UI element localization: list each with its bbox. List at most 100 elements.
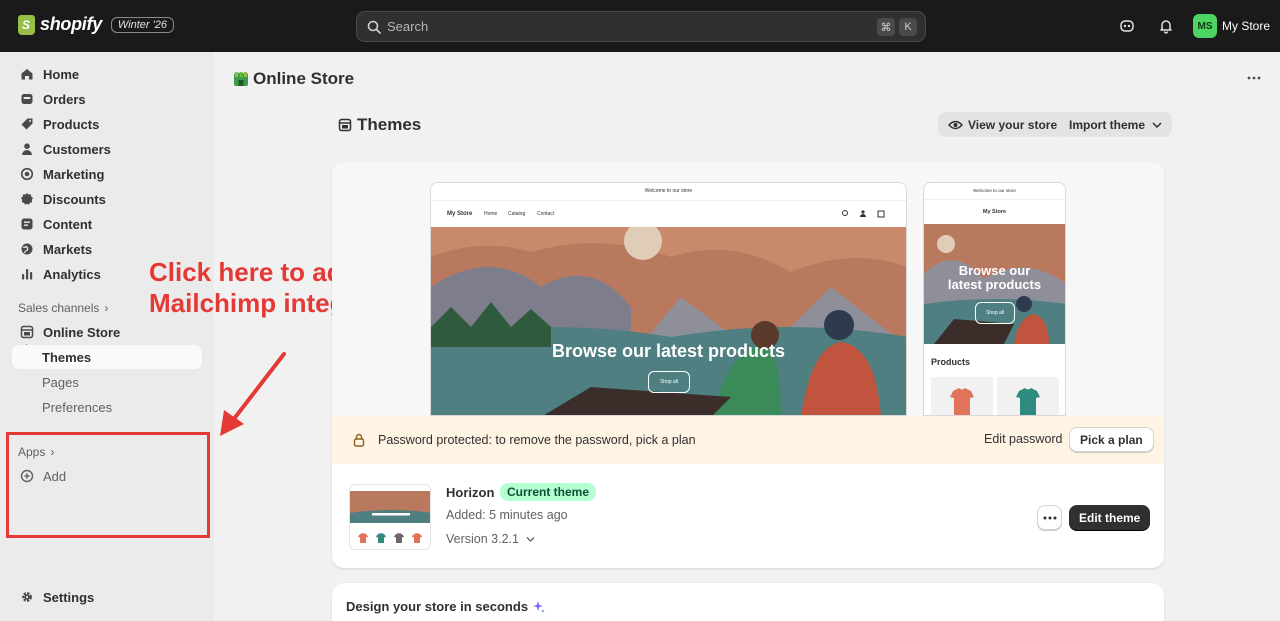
chart-icon — [18, 265, 36, 283]
tshirt-orange-icon — [950, 388, 974, 415]
sidebar-item-customers[interactable]: Customers — [12, 137, 202, 161]
sidebar-item-label: Content — [43, 216, 93, 232]
discount-icon — [18, 190, 36, 208]
preview-nav-catalog: Catalog — [508, 211, 526, 217]
mobile-preview: Welcome to our store My Store Browse our… — [923, 182, 1066, 416]
mobile-hero-line-2: latest products — [947, 277, 1042, 292]
brand-name: shopify — [40, 14, 102, 34]
mobile-hero-title: Browse our latest products — [924, 264, 1065, 292]
preview-store-name: My Store — [447, 211, 473, 217]
sidebar-item-label: Analytics — [43, 266, 101, 282]
sidebar-item-label: Orders — [43, 91, 86, 107]
edition-badge: Winter '26 — [110, 16, 174, 33]
preview-shop-all-button: Shop all — [648, 371, 690, 393]
theme-preview[interactable]: Welcome to our store My Store Home Catal… — [332, 162, 1164, 416]
search-input[interactable]: Search ⌘ K — [356, 11, 926, 42]
globe-icon — [18, 240, 36, 258]
page-title: Online Store — [232, 69, 354, 89]
edit-password-link[interactable]: Edit password — [984, 432, 1063, 446]
sidekick-icon[interactable] — [1117, 16, 1137, 36]
sidebar-item-discounts[interactable]: Discounts — [12, 187, 202, 211]
sidebar-item-themes[interactable]: Themes — [12, 345, 202, 369]
mobile-hero-line-1: Browse our — [958, 263, 1031, 278]
import-theme-button[interactable]: Import theme — [1059, 112, 1173, 137]
mobile-product-tile — [997, 377, 1059, 415]
sidebar-item-preferences[interactable]: Preferences — [12, 395, 202, 419]
storefront-icon — [234, 72, 248, 86]
sidebar-item-label: Online Store — [43, 324, 121, 340]
sidebar-item-orders[interactable]: Orders — [12, 87, 202, 111]
sparkle-icon — [533, 600, 546, 613]
theme-icon — [338, 118, 352, 132]
sidebar-item-label: Customers — [43, 141, 111, 157]
mobile-shop-all-button: Shop all — [975, 302, 1015, 324]
view-store-button[interactable]: View your store — [938, 112, 1068, 137]
preview-hero-title: Browse our latest products — [551, 341, 786, 361]
current-theme-card: Welcome to our store My Store Home Catal… — [332, 162, 1164, 568]
mobile-preview-store-name: My Store — [982, 209, 1007, 215]
themes-title-text: Themes — [357, 115, 422, 134]
sidebar-item-pages[interactable]: Pages — [12, 370, 202, 394]
top-bar: shopify Winter '26 Search ⌘ K MS My Stor… — [0, 0, 1280, 52]
edit-theme-button[interactable]: Edit theme — [1069, 505, 1151, 530]
sidebar-item-products[interactable]: Products — [12, 112, 202, 136]
theme-version-dropdown[interactable]: Version 3.2.1 — [446, 532, 535, 546]
current-theme-badge: Current theme — [500, 483, 597, 501]
lock-icon — [353, 433, 365, 447]
storefront-icon — [18, 323, 36, 341]
search-icon — [367, 20, 381, 34]
sidebar-item-label: Settings — [43, 589, 95, 605]
orders-icon — [18, 90, 36, 108]
import-theme-label: Import theme — [1069, 117, 1146, 132]
design-card-header: Design your store in seconds — [346, 599, 546, 614]
password-banner: Password protected: to remove the passwo… — [332, 416, 1164, 464]
theme-actions-button[interactable] — [1037, 505, 1062, 530]
sidebar-item-label: Markets — [43, 241, 93, 257]
preview-nav-home: Home — [484, 211, 498, 217]
shortcut-k-key: K — [899, 18, 917, 36]
pick-plan-button[interactable]: Pick a plan — [1069, 427, 1154, 452]
avatar[interactable]: MS — [1193, 14, 1217, 38]
theme-added-time: Added: 5 minutes ago — [446, 508, 568, 522]
sidebar-item-settings[interactable]: Settings — [12, 585, 202, 609]
bell-icon[interactable] — [1156, 16, 1176, 36]
sidebar-item-content[interactable]: Content — [12, 212, 202, 236]
sidebar-item-label: Marketing — [43, 166, 105, 182]
annotation-arrow — [220, 352, 286, 436]
view-store-label: View your store — [968, 117, 1058, 132]
more-horizontal-icon — [1043, 516, 1056, 519]
design-store-card: Design your store in seconds — [332, 583, 1164, 621]
theme-thumbnail[interactable] — [349, 484, 431, 550]
shortcut-cmd-key: ⌘ — [877, 18, 895, 36]
person-icon — [18, 140, 36, 158]
shopify-bag-icon — [18, 14, 35, 35]
preview-announcement: Welcome to our store — [644, 188, 693, 194]
tag-icon — [18, 115, 36, 133]
sidebar-item-home[interactable]: Home — [12, 62, 202, 86]
sidebar-item-label: Themes — [42, 349, 92, 365]
gear-icon — [18, 588, 36, 606]
sales-channels-header[interactable]: Sales channels › — [18, 301, 108, 315]
annotation-highlight-box — [6, 432, 210, 538]
sidebar-item-label: Home — [43, 66, 80, 82]
sidebar-item-marketing[interactable]: Marketing — [12, 162, 202, 186]
desktop-preview: Welcome to our store My Store Home Catal… — [430, 182, 907, 416]
more-actions-icon[interactable] — [1246, 70, 1262, 89]
theme-row: Horizon Current theme Added: 5 minutes a… — [332, 464, 1164, 568]
sidebar-item-label: Products — [43, 116, 100, 132]
password-message: Password protected: to remove the passwo… — [378, 433, 696, 447]
store-name-menu[interactable]: My Store — [1222, 19, 1270, 33]
sidebar-item-label: Discounts — [43, 191, 106, 207]
home-icon — [18, 65, 36, 83]
search-placeholder: Search — [387, 19, 429, 34]
content-icon — [18, 215, 36, 233]
shopify-logo[interactable]: shopify Winter '26 — [18, 14, 174, 35]
preview-nav-contact: Contact — [537, 211, 555, 217]
chevron-down-icon — [526, 536, 535, 542]
tshirt-teal-icon — [1016, 388, 1040, 415]
sidebar-item-label: Preferences — [42, 399, 113, 415]
theme-version: Version 3.2.1 — [446, 532, 519, 546]
sidebar-item-online-store[interactable]: Online Store — [12, 320, 202, 344]
sales-channels-label: Sales channels — [18, 301, 100, 315]
page-title-text: Online Store — [253, 69, 355, 88]
